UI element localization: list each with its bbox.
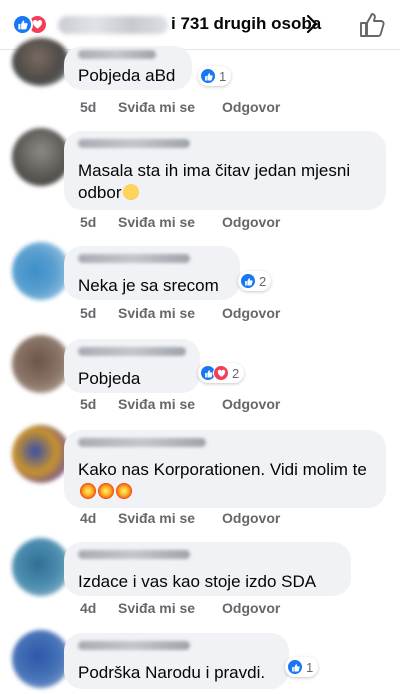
- comment-bubble: Podrška Narodu i pravdi.: [64, 633, 289, 689]
- blurred-author-name[interactable]: [78, 550, 190, 559]
- reaction-count: 2: [232, 365, 240, 381]
- like-button-icon[interactable]: [358, 11, 386, 39]
- like-comment-button[interactable]: Sviđa mi se: [118, 510, 222, 526]
- reply-button[interactable]: Odgovor: [222, 305, 280, 321]
- collision-emoji-icon: [116, 483, 132, 499]
- comment-time[interactable]: 5d: [80, 396, 118, 412]
- chevron-right-icon[interactable]: [305, 14, 319, 34]
- comment-time[interactable]: 4d: [80, 600, 118, 616]
- comment-text: Kako nas Korporationen. Vidi molim te: [78, 459, 374, 503]
- comment-time[interactable]: 5d: [80, 99, 118, 115]
- comment-time[interactable]: 4d: [80, 510, 118, 526]
- comment-actions: 4d Sviđa mi se Odgovor: [80, 600, 280, 616]
- blurred-user-name: [58, 16, 168, 34]
- avatar[interactable]: [12, 128, 70, 186]
- reaction-count: 2: [259, 273, 267, 289]
- comment-time[interactable]: 5d: [80, 305, 118, 321]
- comment-reactions[interactable]: 2: [198, 363, 245, 383]
- collision-emoji-icon: [80, 483, 96, 499]
- avatar[interactable]: [12, 538, 70, 596]
- collision-emoji-icon: [98, 483, 114, 499]
- comment-actions: 5d Sviđa mi se Odgovor: [80, 396, 280, 412]
- avatar[interactable]: [12, 425, 70, 483]
- reaction-count: 1: [219, 68, 227, 84]
- crying-emoji-icon: [123, 184, 140, 200]
- comment-text-content: Kako nas Korporationen. Vidi molim te: [78, 460, 367, 479]
- comment-actions: 5d Sviđa mi se Odgovor: [80, 214, 280, 230]
- reaction-icons: [12, 14, 52, 36]
- blurred-author-name[interactable]: [78, 50, 156, 59]
- comment-bubble: Pobjeda aBd: [64, 46, 192, 90]
- reaction-count: 1: [306, 659, 314, 675]
- reply-button[interactable]: Odgovor: [222, 99, 280, 115]
- reply-button[interactable]: Odgovor: [222, 600, 280, 616]
- like-reaction-icon: [200, 68, 216, 84]
- avatar[interactable]: [12, 242, 70, 300]
- like-comment-button[interactable]: Sviđa mi se: [118, 600, 222, 616]
- love-reaction-icon: [213, 365, 229, 381]
- comment-text: Masala sta ih ima čitav jedan mjesni odb…: [78, 160, 374, 204]
- like-reaction-icon: [12, 14, 33, 35]
- comment-time[interactable]: 5d: [80, 214, 118, 230]
- like-comment-button[interactable]: Sviđa mi se: [118, 99, 222, 115]
- avatar[interactable]: [12, 335, 70, 393]
- blurred-author-name[interactable]: [78, 254, 190, 263]
- like-reaction-icon: [287, 659, 303, 675]
- comment-text: Neka je sa srecom: [78, 276, 219, 295]
- comment-bubble: Pobjeda: [64, 339, 200, 393]
- comment-reactions[interactable]: 2: [238, 271, 272, 291]
- comment-actions: 5d Sviđa mi se Odgovor: [80, 99, 280, 115]
- reply-button[interactable]: Odgovor: [222, 510, 280, 526]
- comment-bubble: Izdace i vas kao stoje izdo SDA: [64, 542, 351, 596]
- blurred-author-name[interactable]: [78, 438, 206, 447]
- blurred-author-name[interactable]: [78, 139, 190, 148]
- comment-text: Pobjeda aBd: [78, 66, 176, 85]
- comment-text: Pobjeda: [78, 369, 141, 388]
- reactions-count-text[interactable]: i 731 drugih osoba: [171, 14, 321, 34]
- avatar[interactable]: [12, 38, 70, 86]
- avatar[interactable]: [12, 630, 70, 688]
- like-reaction-icon: [240, 273, 256, 289]
- comment-text: Izdace i vas kao stoje izdo SDA: [78, 572, 317, 591]
- comment-bubble: Neka je sa srecom: [64, 246, 240, 300]
- comment-actions: 5d Sviđa mi se Odgovor: [80, 305, 280, 321]
- comment-bubble: Kako nas Korporationen. Vidi molim te: [64, 430, 386, 508]
- like-comment-button[interactable]: Sviđa mi se: [118, 396, 222, 412]
- comment-reactions[interactable]: 1: [198, 66, 232, 86]
- like-comment-button[interactable]: Sviđa mi se: [118, 305, 222, 321]
- blurred-author-name[interactable]: [78, 641, 190, 650]
- comment-bubble: Masala sta ih ima čitav jedan mjesni odb…: [64, 131, 386, 210]
- comment-actions: 4d Sviđa mi se Odgovor: [80, 510, 280, 526]
- comment-text: Podrška Narodu i pravdi.: [78, 663, 266, 682]
- reply-button[interactable]: Odgovor: [222, 214, 280, 230]
- comment-reactions[interactable]: 1: [285, 657, 319, 677]
- reply-button[interactable]: Odgovor: [222, 396, 280, 412]
- like-comment-button[interactable]: Sviđa mi se: [118, 214, 222, 230]
- comment-text-content: Masala sta ih ima čitav jedan mjesni odb…: [78, 161, 351, 202]
- reactions-summary-bar[interactable]: i 731 drugih osoba: [0, 0, 400, 50]
- blurred-author-name[interactable]: [78, 347, 186, 356]
